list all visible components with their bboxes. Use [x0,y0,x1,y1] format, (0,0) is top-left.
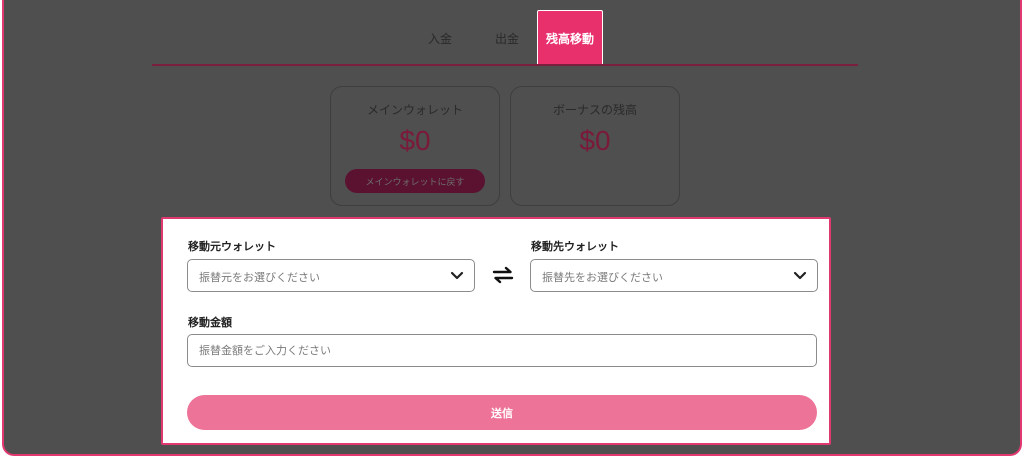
return-to-main-wallet-button[interactable]: メインウォレットに戻す [345,169,485,193]
swap-arrows-icon[interactable] [491,263,515,287]
source-wallet-select[interactable]: 振替元をお選びください [187,259,475,292]
main-wallet-card: メインウォレット $0 メインウォレットに戻す [330,86,500,206]
chevron-down-icon [450,271,464,280]
destination-wallet-placeholder: 振替先をお選びください [542,271,663,284]
chevron-down-icon [793,271,807,280]
transfer-amount-label: 移動金額 [188,316,232,329]
tab-deposit[interactable]: 入金 [414,10,466,66]
source-wallet-label: 移動元ウォレット [188,240,276,253]
destination-wallet-label: 移動先ウォレット [531,240,619,253]
bonus-balance-card: ボーナスの残高 $0 [510,86,680,206]
tab-underline [152,64,858,66]
main-wallet-amount: $0 [399,125,431,156]
main-wallet-title: メインウォレット [366,103,463,117]
tab-bar: 入金 出金 残高移動 [4,10,1020,66]
tab-balance-transfer[interactable]: 残高移動 [537,10,603,66]
bonus-balance-title: ボーナスの残高 [552,103,637,117]
submit-button[interactable]: 送信 [187,395,817,430]
transfer-form-panel: 移動元ウォレット 振替元をお選びください 移動先ウォレット 振替先をお選びくださ… [161,217,831,445]
source-wallet-placeholder: 振替元をお選びください [199,271,320,284]
bonus-balance-amount: $0 [579,125,611,156]
transfer-amount-input[interactable] [187,334,817,367]
destination-wallet-select[interactable]: 振替先をお選びください [530,259,818,292]
tab-withdraw[interactable]: 出金 [481,10,533,66]
